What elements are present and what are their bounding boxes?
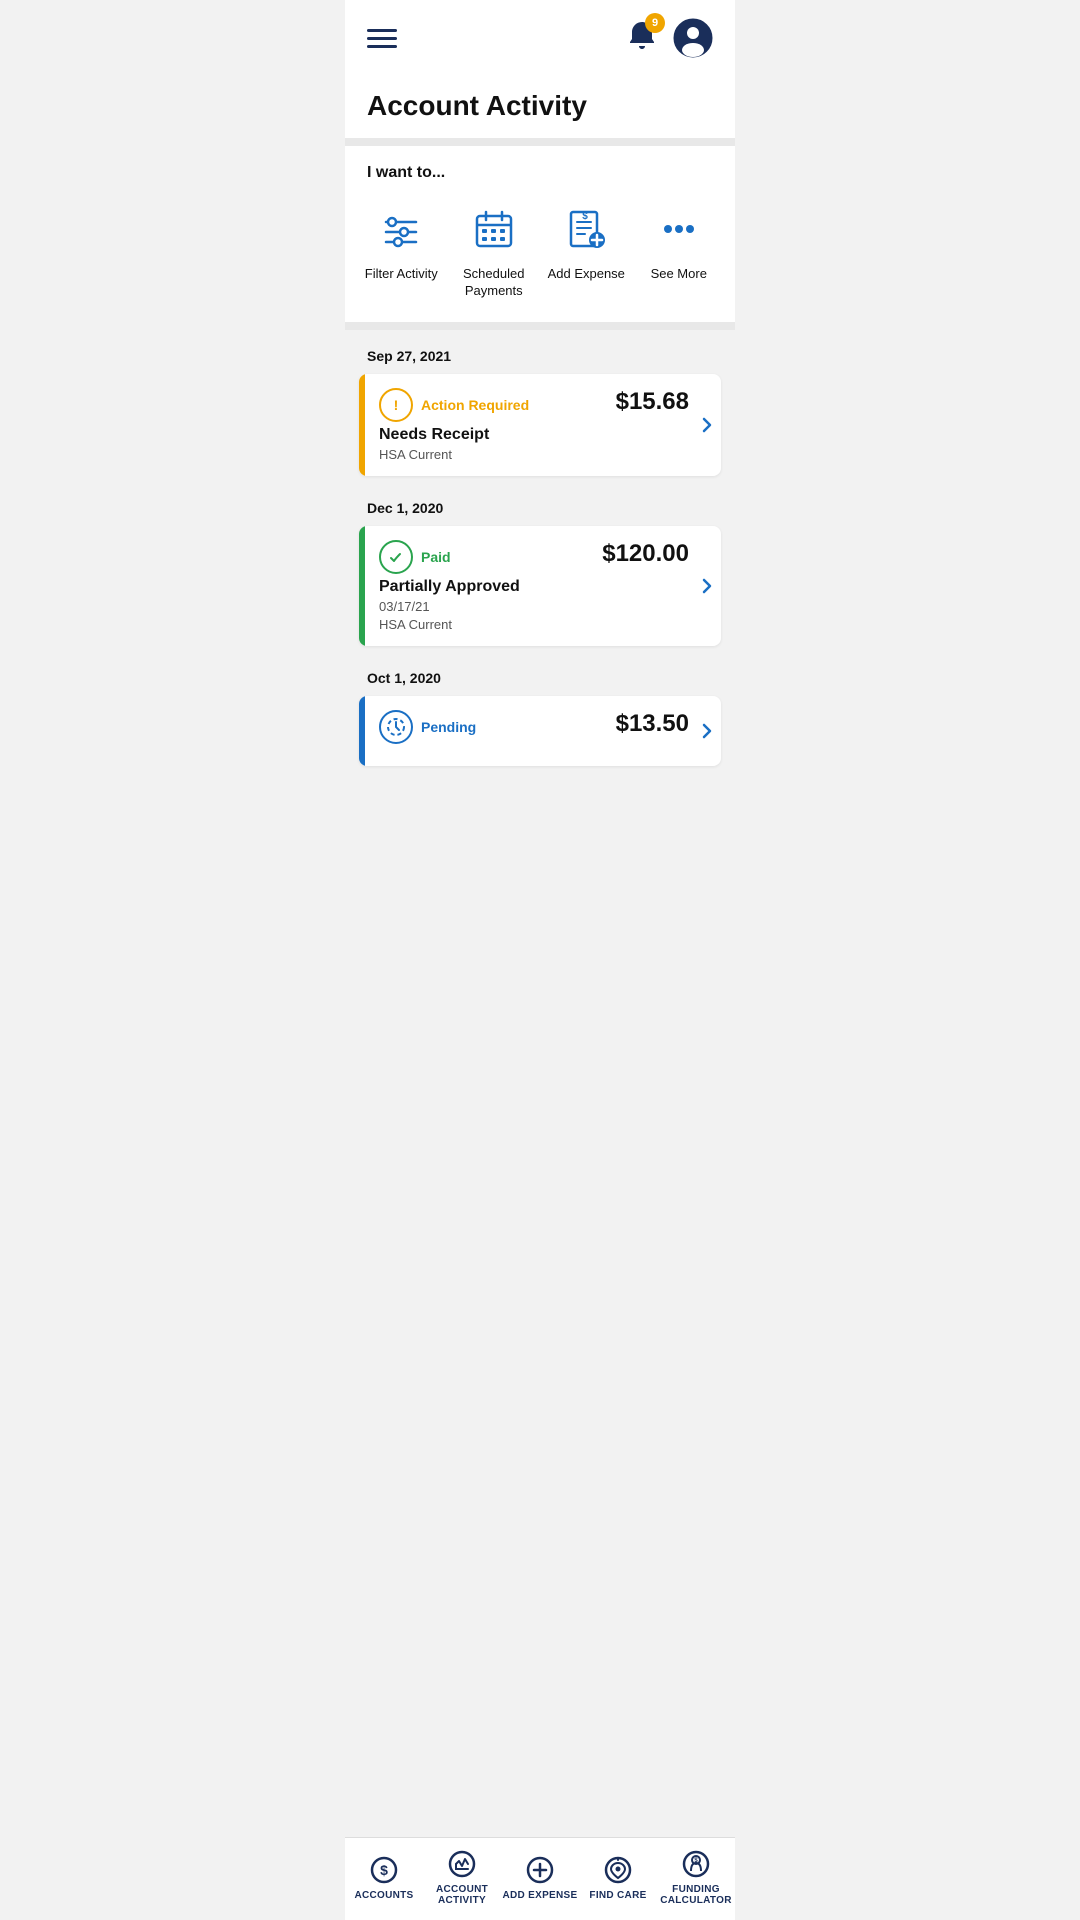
card-amount-1: $15.68	[616, 388, 689, 416]
i-want-section: I want to... Filter Activity	[345, 146, 735, 322]
funding-calculator-icon: $	[680, 1848, 712, 1880]
scheduled-payments-button[interactable]: Scheduled Payments	[449, 202, 539, 300]
activity-card-2[interactable]: Paid $120.00 Partially Approved 03/17/21…	[359, 526, 721, 646]
hamburger-menu[interactable]	[367, 29, 397, 48]
nav-account-activity-label: ACCOUNT ACTIVITY	[423, 1884, 501, 1906]
nav-funding-calculator-label: FUNDING CALCULATOR	[657, 1884, 735, 1906]
svg-text:$: $	[582, 211, 588, 222]
notifications-bell[interactable]: 9	[625, 19, 659, 58]
card-amount-2: $120.00	[602, 540, 689, 568]
account-activity-icon	[446, 1848, 478, 1880]
activity-list: Sep 27, 2021 ! Action Required $15.68 Ne…	[345, 330, 735, 852]
filter-icon	[374, 202, 428, 256]
card-top-row-1: ! Action Required $15.68	[379, 388, 689, 422]
card-status-2: Paid	[379, 540, 451, 574]
action-required-icon: !	[379, 388, 413, 422]
card-desc-2: Partially Approved	[379, 578, 689, 596]
nav-add-expense[interactable]: ADD EXPENSE	[501, 1854, 579, 1901]
card-status-1: ! Action Required	[379, 388, 529, 422]
nav-find-care-label: FIND CARE	[589, 1890, 646, 1901]
i-want-label: I want to...	[345, 164, 735, 182]
nav-find-care[interactable]: FIND CARE	[579, 1854, 657, 1901]
card-body-3: Pending $13.50	[365, 696, 699, 766]
add-expense-button[interactable]: $ Add Expense	[541, 202, 631, 283]
card-chevron-2	[699, 526, 721, 646]
activity-card-1[interactable]: ! Action Required $15.68 Needs Receipt H…	[359, 374, 721, 476]
card-chevron-3	[699, 696, 721, 766]
card-top-row-3: Pending $13.50	[379, 710, 689, 744]
card-desc-1: Needs Receipt	[379, 426, 689, 444]
card-body-1: ! Action Required $15.68 Needs Receipt H…	[365, 374, 699, 476]
svg-text:$: $	[380, 1862, 388, 1878]
nav-add-expense-label: ADD EXPENSE	[503, 1890, 578, 1901]
accounts-icon: $	[368, 1854, 400, 1886]
divider-2	[345, 322, 735, 330]
card-sub-1: HSA Current	[379, 447, 689, 462]
page-title: Account Activity	[367, 90, 713, 122]
add-expense-nav-icon	[524, 1854, 556, 1886]
nav-accounts-label: ACCOUNTS	[354, 1890, 413, 1901]
nav-funding-calculator[interactable]: $ FUNDING CALCULATOR	[657, 1848, 735, 1906]
status-label-3: Pending	[421, 719, 476, 735]
paid-icon	[379, 540, 413, 574]
status-label-2: Paid	[421, 549, 451, 565]
nav-account-activity[interactable]: ACCOUNT ACTIVITY	[423, 1848, 501, 1906]
add-expense-label: Add Expense	[548, 266, 625, 283]
notification-count: 9	[645, 13, 665, 33]
divider-1	[345, 138, 735, 146]
add-expense-icon: $	[559, 202, 613, 256]
more-dots-icon	[652, 202, 706, 256]
date-label-3: Oct 1, 2020	[345, 652, 735, 696]
card-sub-2b: HSA Current	[379, 617, 689, 632]
see-more-button[interactable]: See More	[634, 202, 724, 283]
card-chevron-1	[699, 374, 721, 476]
find-care-icon	[602, 1854, 634, 1886]
card-body-2: Paid $120.00 Partially Approved 03/17/21…	[365, 526, 699, 646]
filter-activity-button[interactable]: Filter Activity	[356, 202, 446, 283]
card-main-1: Needs Receipt HSA Current	[379, 426, 689, 462]
card-amount-3: $13.50	[616, 710, 689, 738]
filter-activity-label: Filter Activity	[365, 266, 438, 283]
quick-actions-row: Filter Activity Scheduled Payments	[345, 202, 735, 300]
scheduled-payments-label: Scheduled Payments	[449, 266, 539, 300]
nav-accounts[interactable]: $ ACCOUNTS	[345, 1854, 423, 1901]
header-right: 9	[625, 18, 713, 58]
date-label-1: Sep 27, 2021	[345, 330, 735, 374]
pending-icon	[379, 710, 413, 744]
card-main-2: Partially Approved 03/17/21 HSA Current	[379, 578, 689, 632]
page-title-section: Account Activity	[345, 72, 735, 138]
svg-text:!: !	[394, 397, 399, 413]
see-more-label: See More	[651, 266, 707, 283]
status-label-1: Action Required	[421, 397, 529, 413]
card-top-row-2: Paid $120.00	[379, 540, 689, 574]
bottom-nav: $ ACCOUNTS ACCOUNT ACTIVITY ADD EXPENSE	[345, 1837, 735, 1920]
activity-card-3[interactable]: Pending $13.50	[359, 696, 721, 766]
user-avatar[interactable]	[673, 18, 713, 58]
card-sub-2a: 03/17/21	[379, 599, 689, 614]
calendar-icon	[467, 202, 521, 256]
app-header: 9	[345, 0, 735, 72]
date-label-2: Dec 1, 2020	[345, 482, 735, 526]
card-status-3: Pending	[379, 710, 476, 744]
